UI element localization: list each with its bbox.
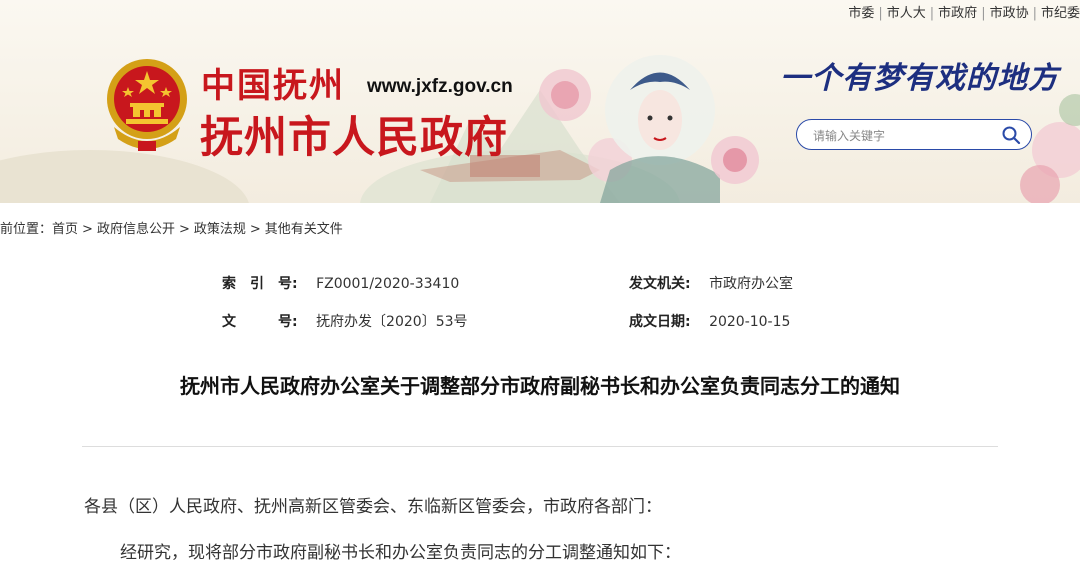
header-banner: 市委 | 市人大 | 市政府 | 市政协 | 市纪委 中国抚州 www.jxfz.gov.cn …	[0, 0, 1080, 203]
breadcrumb-separator: >	[178, 222, 190, 237]
top-link-party-committee[interactable]: 市委	[848, 6, 874, 21]
search-input[interactable]	[811, 125, 995, 147]
site-url[interactable]: www.jxfz.gov.cn	[367, 76, 513, 98]
breadcrumb-policy[interactable]: 政策法规	[194, 222, 246, 237]
meta-docno-value: 抚府办发〔2020〕53号	[316, 314, 468, 330]
top-link-discipline[interactable]: 市纪委	[1041, 6, 1080, 21]
site-slogan: 一个有梦有戏的地方	[780, 61, 1059, 96]
meta-date-value: 2020-10-15	[709, 314, 791, 330]
breadcrumb: 前位置：首页 > 政府信息公开 > 政策法规 > 其他有关文件	[0, 218, 343, 237]
search-box	[796, 119, 1032, 150]
meta-issuer: 发文机关: 市政府办公室	[629, 273, 793, 293]
breadcrumb-other-docs[interactable]: 其他有关文件	[265, 222, 343, 237]
breadcrumb-separator: >	[82, 222, 93, 237]
meta-date: 成文日期: 2020-10-15	[629, 311, 790, 331]
site-name-cn: 中国抚州	[201, 66, 345, 106]
breadcrumb-prefix: 前位置：	[0, 222, 53, 237]
top-link-congress[interactable]: 市人大	[887, 6, 926, 21]
site-main-title: 抚州市人民政府	[200, 113, 508, 163]
article-paragraph: 经研究，现将部分市政府副秘书长和办公室负责同志的分工调整通知如下：	[120, 543, 681, 563]
national-emblem-icon	[107, 59, 187, 151]
breadcrumb-home[interactable]: 首页	[52, 222, 78, 237]
article-title: 抚州市人民政府办公室关于调整部分市政府副秘书长和办公室负责同志分工的通知	[180, 374, 900, 398]
meta-index: 索 引 号: FZ0001/2020-33410	[222, 273, 459, 293]
search-icon[interactable]	[1001, 125, 1021, 145]
breadcrumb-separator: >	[249, 222, 261, 237]
top-link-cppcc[interactable]: 市政协	[990, 6, 1029, 21]
meta-index-label: 索 引 号:	[222, 276, 298, 292]
meta-docno-label: 文 号:	[222, 314, 298, 330]
meta-date-label: 成文日期:	[629, 314, 691, 330]
title-divider	[82, 446, 998, 447]
breadcrumb-gov-info[interactable]: 政府信息公开	[97, 222, 175, 237]
top-nav: 市委 | 市人大 | 市政府 | 市政协 | 市纪委	[848, 6, 1080, 21]
meta-issuer-value: 市政府办公室	[709, 276, 794, 292]
article-salutation: 各县（区）人民政府、抚州高新区管委会、东临新区管委会，市政府各部门：	[84, 497, 662, 517]
meta-docno: 文 号: 抚府办发〔2020〕53号	[222, 311, 468, 331]
meta-index-value: FZ0001/2020-33410	[316, 276, 460, 292]
meta-issuer-label: 发文机关:	[629, 276, 691, 292]
top-link-government[interactable]: 市政府	[938, 6, 977, 21]
